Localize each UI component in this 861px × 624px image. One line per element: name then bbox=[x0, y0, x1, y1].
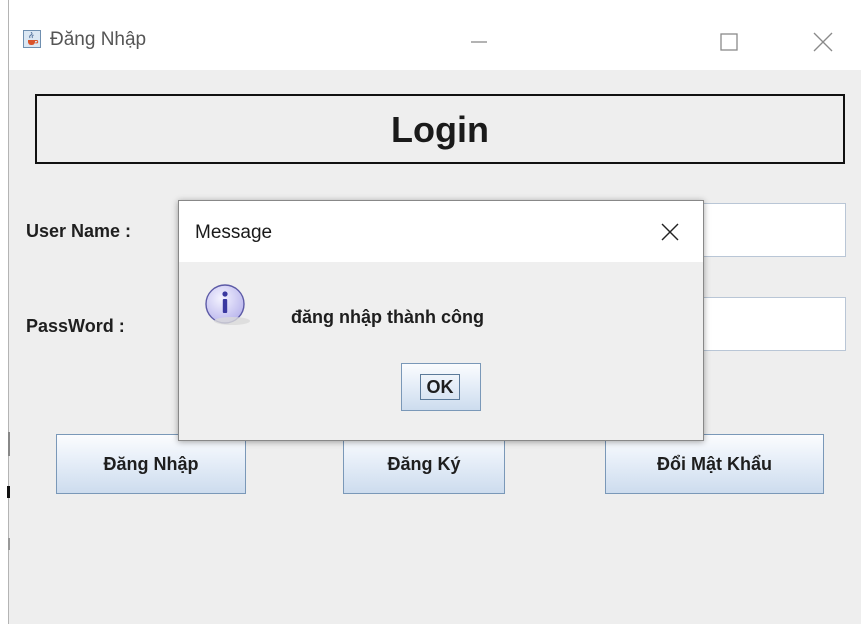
minimize-icon bbox=[471, 41, 487, 43]
dialog-title: Message bbox=[195, 222, 273, 243]
info-icon bbox=[203, 283, 253, 327]
dialog-titlebar[interactable]: Message bbox=[179, 201, 703, 262]
maximize-button[interactable] bbox=[709, 22, 749, 58]
dialog-message: đăng nhập thành công bbox=[291, 307, 484, 327]
change-password-button[interactable]: Đổi Mật Khẩu bbox=[605, 434, 824, 494]
maximize-icon bbox=[720, 33, 738, 51]
ok-button[interactable]: OK bbox=[401, 363, 481, 411]
close-icon bbox=[813, 32, 833, 52]
password-label: PassWord : bbox=[26, 316, 125, 336]
dialog-close-button[interactable] bbox=[657, 219, 683, 245]
window-title: Đăng Nhập bbox=[50, 29, 147, 50]
minimize-button[interactable] bbox=[459, 22, 499, 58]
desktop-edge bbox=[0, 0, 10, 624]
page-title: Login bbox=[391, 109, 489, 150]
window-titlebar[interactable]: Đăng Nhập bbox=[9, 0, 861, 70]
screen: Đăng Nhập Login User Name : PassWord : Đ… bbox=[0, 0, 861, 624]
username-label: User Name : bbox=[26, 221, 132, 241]
login-header-box: Login bbox=[35, 94, 845, 164]
login-button[interactable]: Đăng Nhập bbox=[56, 434, 246, 494]
close-button[interactable] bbox=[803, 22, 843, 58]
ok-button-label: OK bbox=[420, 374, 460, 400]
register-button[interactable]: Đăng Ký bbox=[343, 434, 505, 494]
password-field[interactable] bbox=[690, 297, 846, 351]
java-cup-icon bbox=[23, 30, 41, 48]
close-icon bbox=[661, 223, 679, 241]
message-dialog: Message đăng nhập thành công OK bbox=[178, 200, 704, 441]
username-field[interactable] bbox=[690, 203, 846, 257]
